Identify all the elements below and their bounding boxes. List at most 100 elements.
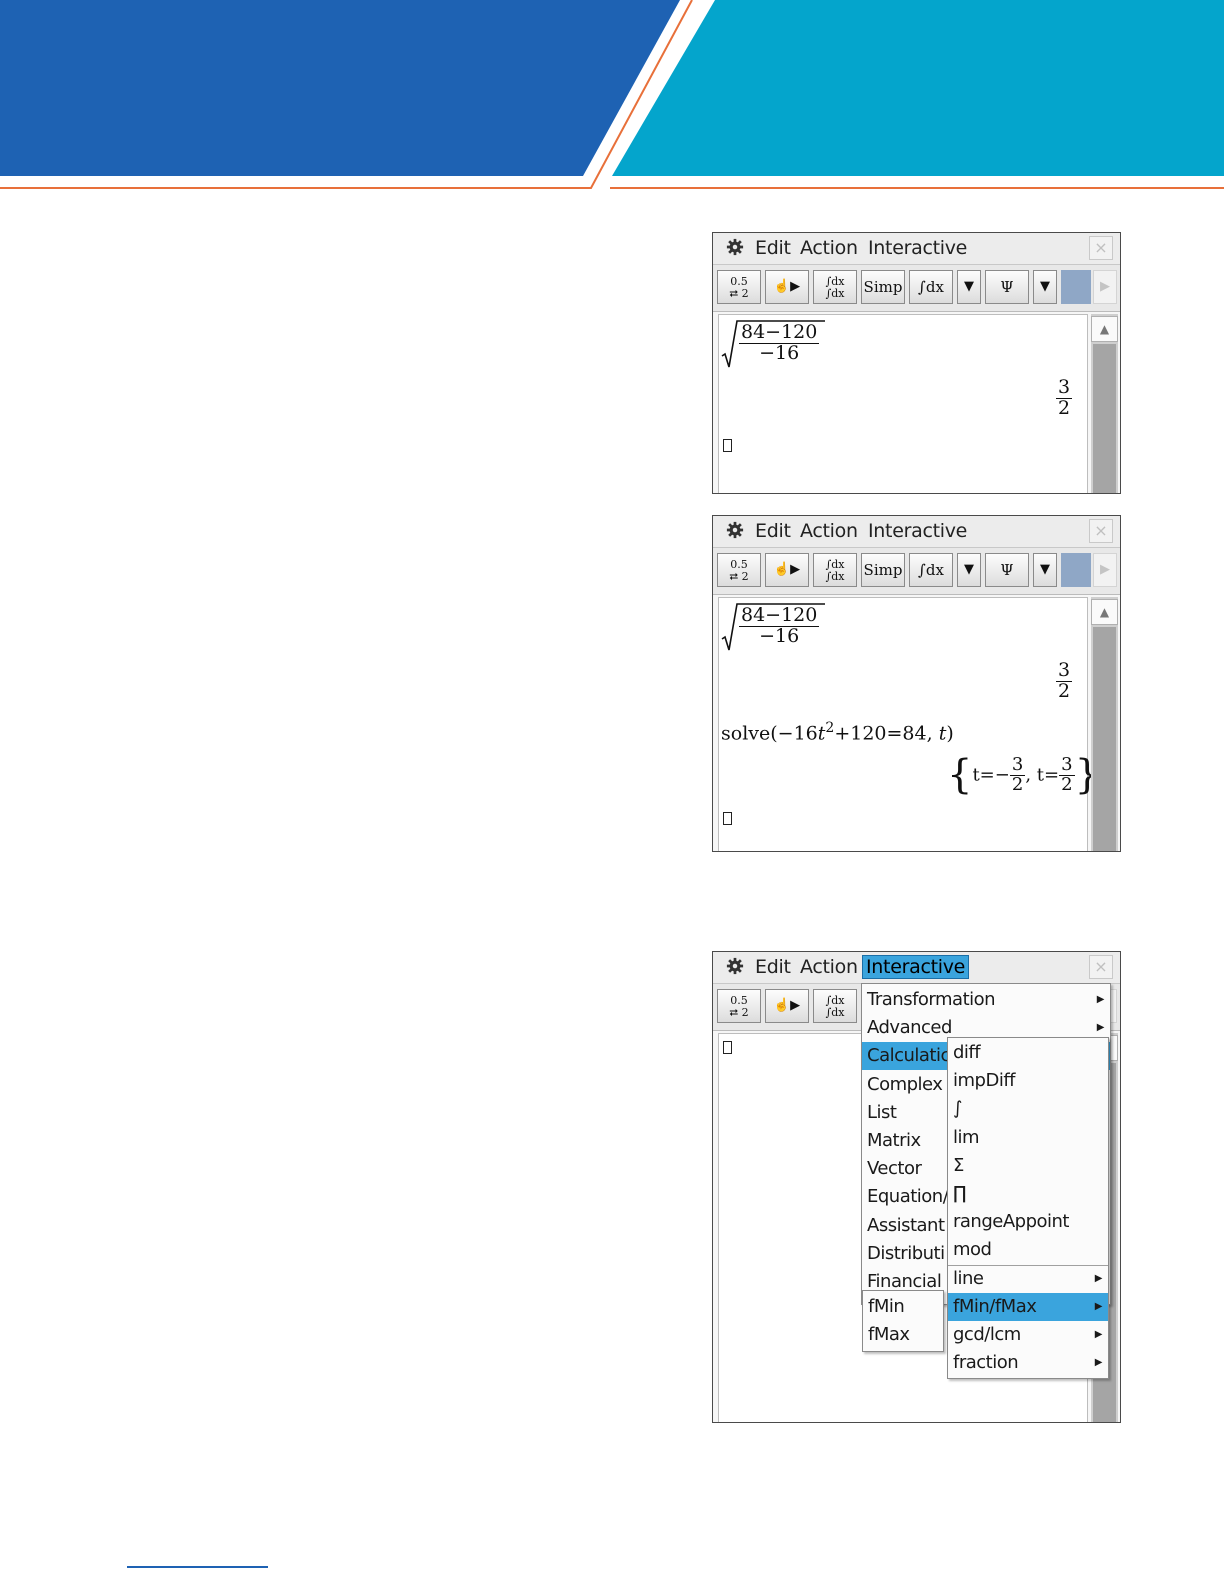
graph-button[interactable]: Ψ xyxy=(985,553,1029,587)
integral-pen-button[interactable]: ∫dx xyxy=(909,270,953,304)
graph-dropdown-button[interactable]: ▼ xyxy=(1033,270,1057,304)
toolbar-next-button[interactable]: ▶ xyxy=(1093,270,1117,304)
calculation-item-11[interactable]: fraction ▶ xyxy=(948,1349,1108,1377)
menu-bar: Edit Action Interactive × xyxy=(713,516,1120,548)
scroll-thumb[interactable] xyxy=(1093,344,1116,493)
solution-1-numerator: 3 xyxy=(1009,753,1026,776)
hand-icon: ☝▶ xyxy=(773,998,801,1013)
toolbar-next-button[interactable]: ▶ xyxy=(1093,553,1117,587)
interactive-item-label: Equation/ xyxy=(867,1186,949,1208)
interactive-item-label: List xyxy=(867,1101,897,1123)
graph-dropdown-button[interactable]: ▼ xyxy=(1033,553,1057,587)
integral-pen-button[interactable]: ∫dx xyxy=(909,553,953,587)
calculation-item-3[interactable]: lim xyxy=(948,1124,1108,1152)
interactive-item-label: Financial xyxy=(867,1271,942,1292)
simp-button[interactable]: Simp xyxy=(861,270,905,304)
interactive-item-label: Matrix xyxy=(867,1130,921,1151)
toolbar: 0.5 ⮂ 2 ☝▶ ∫dx ∫dx Simp ∫dx ▼ Ψ ▼ ▶ xyxy=(713,265,1120,312)
fminmax-item-1[interactable]: fMax xyxy=(863,1321,943,1349)
brace-open: { xyxy=(947,752,973,798)
work-area[interactable]: 84−120 −16 32 solve(−16t2+120=84, t) {t=−… xyxy=(718,597,1100,851)
calculation-item-2[interactable]: ∫ xyxy=(948,1095,1108,1123)
menu-edit[interactable]: Edit xyxy=(755,520,791,542)
interactive-item-0[interactable]: Transformation ▶ xyxy=(862,986,1110,1014)
fraction-toggle-button[interactable]: 0.5 ⮂ 2 xyxy=(717,270,761,304)
calculation-item-9[interactable]: fMin/fMax ▶ xyxy=(948,1292,1108,1321)
close-icon[interactable]: × xyxy=(1089,236,1113,260)
calculation-item-label: rangeAppoint xyxy=(953,1211,1069,1233)
menu-edit[interactable]: Edit xyxy=(755,956,791,978)
calculation-item-6[interactable]: rangeAppoint xyxy=(948,1208,1108,1236)
calculation-item-label: line xyxy=(953,1267,984,1289)
calculation-item-0[interactable]: diff xyxy=(948,1039,1108,1067)
menu-action[interactable]: Action xyxy=(800,237,858,259)
submenu-arrow-icon: ▶ xyxy=(1094,1300,1103,1312)
gear-icon[interactable] xyxy=(726,238,744,256)
dropdown-button[interactable]: ▼ xyxy=(957,270,981,304)
expr-numerator: 84−120 xyxy=(739,321,820,344)
interactive-item-label: Complex xyxy=(867,1073,943,1095)
menu-action[interactable]: Action xyxy=(800,956,858,978)
dropdown-button[interactable]: ▼ xyxy=(957,553,981,587)
scroll-up-icon[interactable]: ▲ xyxy=(1091,599,1118,625)
simp-button[interactable]: Simp xyxy=(861,553,905,587)
header-band-right xyxy=(612,0,1224,176)
hand-pointer-button[interactable]: ☝▶ xyxy=(765,989,809,1023)
scrollbar[interactable]: ▲ xyxy=(1091,597,1118,851)
close-icon[interactable]: × xyxy=(1089,519,1113,543)
solve-exponent: 2 xyxy=(825,720,835,736)
fraction-toggle-button[interactable]: 0.5 ⮂ 2 xyxy=(717,989,761,1023)
calculation-submenu: diff impDiff ∫ lim Σ ∏ rangeAppoint mod line ▶ fMi… xyxy=(947,1037,1109,1379)
integral-toggle-button[interactable]: ∫dx ∫dx xyxy=(813,989,857,1023)
menu-action[interactable]: Action xyxy=(800,520,858,542)
scroll-thumb[interactable] xyxy=(1093,627,1116,851)
fminmax-item-0[interactable]: fMin xyxy=(863,1293,943,1321)
input-expression: 84−120 −16 xyxy=(739,604,820,647)
result-numerator: 3 xyxy=(1056,376,1073,399)
toolbar-blank-slot xyxy=(1061,270,1091,304)
calculation-item-8[interactable]: line ▶ xyxy=(948,1265,1108,1293)
input-cursor[interactable] xyxy=(723,1041,732,1054)
menu-interactive[interactable]: Interactive xyxy=(862,955,970,979)
calculation-item-4[interactable]: Σ xyxy=(948,1152,1108,1180)
solve-command: solve(−16t2+120=84, t) xyxy=(721,720,954,744)
hand-icon: ☝▶ xyxy=(773,279,801,294)
graph-button[interactable]: Ψ xyxy=(985,270,1029,304)
calculation-item-10[interactable]: gcd/lcm ▶ xyxy=(948,1321,1108,1349)
integral-toggle-button[interactable]: ∫dx ∫dx xyxy=(813,553,857,587)
menu-edit[interactable]: Edit xyxy=(755,237,791,259)
menu-bar: Edit Action Interactive × xyxy=(713,952,1120,984)
solution-1-denominator: 2 xyxy=(1011,773,1024,795)
result-denominator: 2 xyxy=(1058,396,1071,419)
calculation-item-label: fMin/fMax xyxy=(953,1295,1037,1317)
solve-close-paren: ) xyxy=(946,722,954,745)
calculator-screen-2: Edit Action Interactive × 0.5 ⮂ 2 ☝▶ ∫dx ∫… xyxy=(712,515,1121,852)
gear-icon[interactable] xyxy=(726,957,744,975)
fraction-toggle-button[interactable]: 0.5 ⮂ 2 xyxy=(717,553,761,587)
interactive-item-label: Distributi xyxy=(867,1242,945,1264)
input-cursor[interactable] xyxy=(723,812,732,825)
close-icon[interactable]: × xyxy=(1089,955,1113,979)
calculation-item-5[interactable]: ∏ xyxy=(948,1180,1108,1208)
fminmax-item-label: fMax xyxy=(868,1324,910,1346)
submenu-arrow-icon: ▶ xyxy=(1094,1272,1103,1284)
menu-interactive[interactable]: Interactive xyxy=(865,237,970,259)
hand-pointer-button[interactable]: ☝▶ xyxy=(765,553,809,587)
calculation-item-7[interactable]: mod xyxy=(948,1236,1108,1264)
hand-pointer-button[interactable]: ☝▶ xyxy=(765,270,809,304)
header-band-left xyxy=(0,0,680,176)
input-cursor[interactable] xyxy=(723,439,732,452)
hand-icon: ☝▶ xyxy=(773,562,801,577)
solution-2-denominator: 2 xyxy=(1061,773,1073,795)
work-area[interactable]: 84−120 −16 32 xyxy=(718,314,1088,493)
scroll-up-icon[interactable]: ▲ xyxy=(1091,316,1118,342)
integral-toggle-button[interactable]: ∫dx ∫dx xyxy=(813,270,857,304)
solution-1-label: t=− xyxy=(972,764,1010,786)
calculation-item-1[interactable]: impDiff xyxy=(948,1067,1108,1095)
calculation-item-label: ∫ xyxy=(953,1098,962,1120)
calculator-screen-3: Edit Action Interactive × 0.5 ⮂ 2 ☝▶ ∫dx ∫… xyxy=(712,951,1121,1423)
gear-icon[interactable] xyxy=(726,521,744,539)
scrollbar[interactable]: ▲ xyxy=(1091,314,1118,493)
expr-numerator: 84−120 xyxy=(739,604,820,627)
menu-interactive[interactable]: Interactive xyxy=(865,520,970,542)
